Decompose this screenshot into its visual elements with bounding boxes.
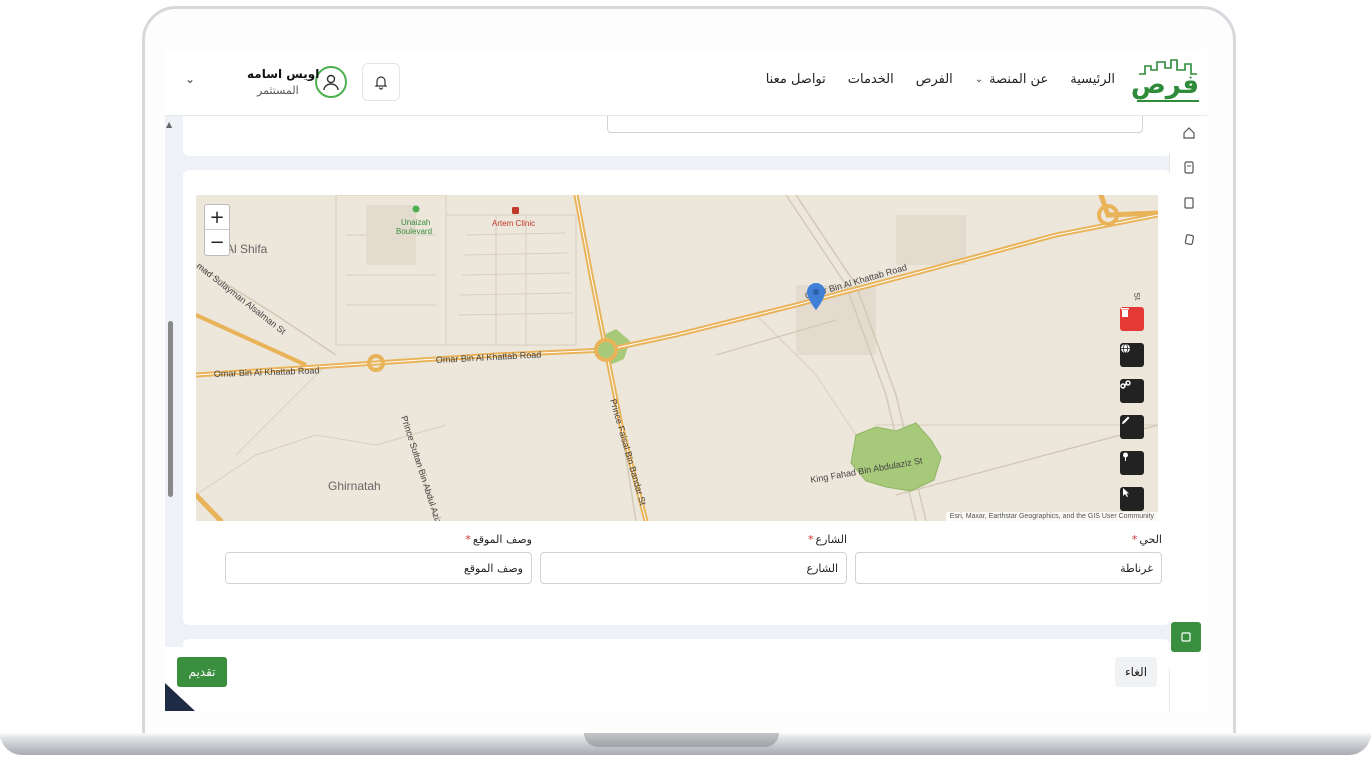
page-scrollbar[interactable]: ▲ [165,116,179,646]
scroll-up-arrow-icon[interactable]: ▲ [166,120,172,129]
logo[interactable]: فرص [1131,56,1199,110]
clipboard-icon[interactable] [1180,158,1198,176]
map-label-st-right: St [1132,292,1142,302]
settings-corner-icon[interactable] [165,683,195,711]
poi-marker-clinic [512,207,519,214]
pin-icon [1123,452,1128,461]
location-map[interactable]: Omar Bin Al Khattab Road Omar Bin Al Kha… [196,195,1158,521]
select-button[interactable] [1120,487,1144,511]
nav-item-opportunities[interactable]: الفرص [916,72,953,87]
bell-icon [374,76,388,90]
logo-text: فرص [1130,70,1199,100]
pencil-icon [1122,416,1130,424]
user-role: المستثمر [257,84,299,97]
map-canvas: Omar Bin Al Khattab Road Omar Bin Al Kha… [196,195,1158,521]
document-icon[interactable] [1180,194,1198,212]
district-field: الحي* غرناطة [855,533,1162,584]
zoom-out-button[interactable]: − [205,230,229,255]
notes-textarea[interactable] [607,116,1143,133]
map-label-prince-faisal: Prince Faisal Bin Bandar St [608,398,648,507]
main-nav: الرئيسية عن المنصة ⌄ الفرص الخدمات تواصل … [766,72,1115,87]
form-footer: الغاء تقديم [165,647,1169,711]
description-label: وصف الموقع* [465,533,532,546]
notifications-button[interactable] [362,63,400,101]
map-label-ghirnatah: Ghirnatah [328,479,381,493]
home-icon[interactable] [1180,124,1198,142]
map-label-prince-sultan: Prince Sultan Bin Abdul Aziz St [399,415,447,521]
draw-button[interactable] [1120,415,1144,439]
street-label: الشارع* [808,533,847,546]
logo-underline [1137,100,1199,106]
book-icon [1181,632,1191,642]
user-avatar[interactable] [315,66,347,98]
link-button[interactable] [1120,379,1144,403]
map-label-sulayman: mad Sulayman Alsalman St [196,261,288,337]
nav-item-services[interactable]: الخدمات [848,72,894,87]
district-label: الحي* [1131,533,1162,546]
map-label-road-main-2: Omar Bin Al Khattab Road [436,349,542,365]
map-label-unaizah: Unaizah [401,218,430,227]
top-header: فرص الرئيسية عن المنصة ⌄ الفرص الخدمات تو… [165,50,1207,116]
map-label-clinic: Artem Clinic [492,219,535,228]
scroll-thumb[interactable] [168,321,173,497]
street-field: الشارع* الشارع [540,533,847,584]
laptop-mockup: فرص الرئيسية عن المنصة ⌄ الفرص الخدمات تو… [0,0,1371,771]
nav-item-contact[interactable]: تواصل معنا [766,72,826,87]
user-menu-chevron-icon[interactable]: ⌄ [185,72,195,86]
zoom-in-button[interactable]: + [205,205,229,230]
cursor-icon [1123,488,1129,497]
user-name: اويس اسامه [247,67,320,81]
map-label-boulevard: Boulevard [396,227,432,236]
user-avatar-icon [323,74,339,91]
map-label-road-main-1: Omar Bin Al Khattab Road [214,365,320,379]
basemap-button[interactable] [1120,343,1144,367]
trash-icon [1121,308,1129,317]
rail-action-button[interactable] [1171,622,1201,652]
location-card: Omar Bin Al Khattab Road Omar Bin Al Kha… [183,170,1170,625]
cancel-button[interactable]: الغاء [1115,657,1157,687]
laptop-notch [584,733,779,747]
map-label-shifa: Al Shifa [226,242,268,256]
copy-icon[interactable] [1180,230,1198,248]
nav-item-home[interactable]: الرئيسية [1070,72,1115,87]
previous-section-card [183,116,1170,156]
description-input[interactable]: وصف الموقع [225,552,532,584]
app-screen: فرص الرئيسية عن المنصة ⌄ الفرص الخدمات تو… [165,50,1207,711]
chevron-down-icon: ⌄ [974,74,984,85]
nav-item-about[interactable]: عن المنصة ⌄ [975,72,1048,87]
zoom-control: + − [204,204,230,256]
map-attribution: Esri, Maxar, Earthstar Geographics, and … [945,512,1158,521]
delete-shape-button[interactable] [1120,307,1144,331]
place-pin-button[interactable] [1120,451,1144,475]
poi-marker-unaizah [412,205,420,213]
description-field: وصف الموقع* وصف الموقع [225,533,532,584]
globe-icon [1121,343,1130,354]
side-rail [1169,116,1207,711]
district-input[interactable]: غرناطة [855,552,1162,584]
street-input[interactable]: الشارع [540,552,847,584]
link-icon [1120,380,1131,389]
